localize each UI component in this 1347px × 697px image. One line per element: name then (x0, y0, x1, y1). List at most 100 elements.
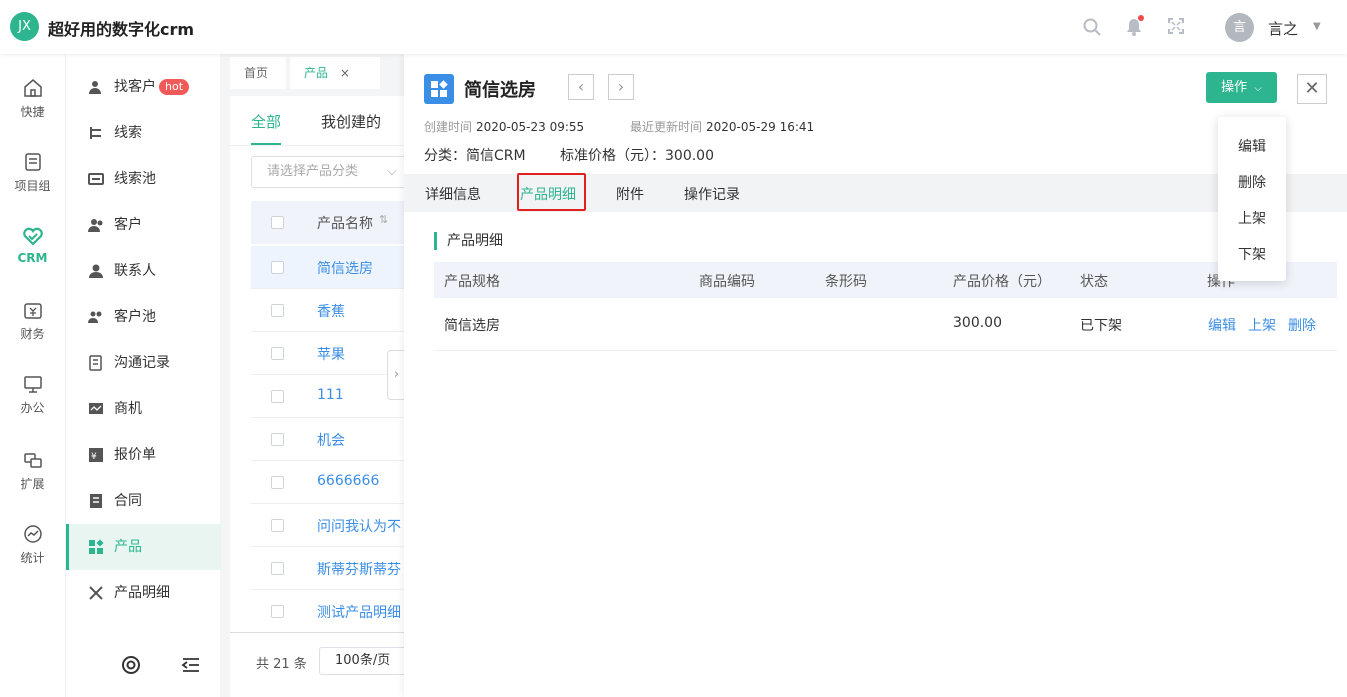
expand-panel-toggle[interactable]: › (387, 350, 405, 400)
product-name[interactable]: 苹果 (317, 344, 345, 364)
created-label: 创建时间 (424, 120, 473, 134)
menu-item-list-on[interactable]: 上架 (1218, 208, 1286, 228)
row-checkbox[interactable] (271, 519, 284, 532)
search-icon[interactable] (1082, 17, 1102, 37)
avatar[interactable]: 言 (1225, 13, 1254, 42)
tab-all[interactable]: 全部 (251, 111, 281, 132)
close-button[interactable]: ✕ (1297, 74, 1327, 104)
nav-label: 统计 (20, 551, 45, 565)
list-on-link[interactable]: 上架 (1248, 315, 1276, 335)
menu-item-edit[interactable]: 编辑 (1218, 136, 1286, 156)
table-row[interactable]: 机会 (251, 418, 405, 461)
user-name[interactable]: 言之 (1268, 18, 1298, 39)
product-name[interactable]: 问问我认为不 (317, 516, 401, 536)
submenu-item-quote[interactable]: ¥ 报价单 (66, 432, 221, 478)
product-name[interactable]: 机会 (317, 430, 345, 450)
page-size-select[interactable]: 100条/页 (319, 647, 405, 675)
row-checkbox[interactable] (271, 562, 284, 575)
table-row[interactable]: 苹果 (251, 332, 405, 375)
column-spec: 产品规格 (444, 274, 500, 290)
product-name[interactable]: 斯蒂芬斯蒂芬 (317, 559, 401, 579)
row-checkbox[interactable] (271, 261, 284, 274)
tab-operation-log[interactable]: 操作记录 (684, 184, 740, 204)
page-tabs: 首页 产品 × (230, 54, 405, 89)
app-logo[interactable]: JX (10, 12, 39, 41)
collapse-menu-icon[interactable] (180, 654, 202, 676)
submenu-item-contract[interactable]: 合同 (66, 478, 221, 524)
top-bar: JX 超好用的数字化crm 言 言之 ▼ (0, 0, 1347, 54)
product-name[interactable]: 111 (317, 387, 344, 403)
table-row[interactable]: 简信选房 (251, 246, 405, 289)
price-label: 标准价格（元）： (560, 148, 665, 164)
product-icon (89, 539, 104, 554)
created-time: 创建时间 2020-05-23 09:55 (424, 118, 584, 135)
column-product-name[interactable]: 产品名称 (317, 213, 373, 233)
submenu-label: 沟通记录 (114, 355, 170, 371)
tab-detail-info[interactable]: 详细信息 (425, 184, 481, 204)
user-search-icon (89, 81, 101, 94)
nav-item-stats[interactable]: 统计 (0, 524, 65, 598)
settings-icon[interactable] (120, 654, 142, 676)
nav-label: 快捷 (20, 105, 45, 119)
submenu-item-customers[interactable]: 客户 (66, 202, 221, 248)
product-name[interactable]: 简信选房 (317, 258, 373, 278)
submenu-item-communication[interactable]: 沟通记录 (66, 340, 221, 386)
submenu-item-customer-pool[interactable]: 客户池 (66, 294, 221, 340)
contact-icon (89, 264, 103, 278)
row-checkbox[interactable] (271, 605, 284, 618)
tab-attachments[interactable]: 附件 (616, 184, 644, 204)
next-record-button[interactable]: › (608, 74, 634, 100)
table-row[interactable]: 111 (251, 375, 405, 418)
category-select[interactable]: 请选择产品分类 ⌵ (251, 156, 405, 188)
close-icon[interactable]: × (340, 66, 350, 80)
submenu-item-leads[interactable]: 线索 (66, 110, 221, 156)
cell-status: 已下架 (1080, 318, 1122, 334)
menu-item-list-off[interactable]: 下架 (1218, 244, 1286, 264)
price-value: 300.00 (665, 148, 714, 164)
row-checkbox[interactable] (271, 476, 284, 489)
fullscreen-icon[interactable] (1166, 17, 1186, 37)
nav-item-office[interactable]: 办公 (0, 374, 65, 448)
menu-item-delete[interactable]: 删除 (1218, 172, 1286, 192)
tab-home[interactable]: 首页 (230, 57, 286, 89)
product-title: 简信选房 (464, 80, 536, 101)
tools-icon (89, 586, 103, 600)
nav-item-project[interactable]: 项目组 (0, 152, 65, 226)
submenu-item-opportunity[interactable]: 商机 (66, 386, 221, 432)
table-row[interactable]: 测试产品明细 (251, 590, 405, 633)
table-row[interactable]: 问问我认为不 (251, 504, 405, 547)
table-row[interactable]: 6666666 (251, 461, 405, 504)
row-checkbox[interactable] (271, 390, 284, 403)
row-checkbox[interactable] (271, 304, 284, 317)
nav-item-crm[interactable]: CRM (0, 226, 65, 300)
nav-item-extend[interactable]: 扩展 (0, 450, 65, 524)
nav-item-finance[interactable]: 财务 (0, 300, 65, 374)
product-name[interactable]: 测试产品明细 (317, 602, 401, 622)
nav-item-quick[interactable]: 快捷 (0, 78, 65, 152)
row-checkbox[interactable] (271, 347, 284, 360)
submenu-item-product-detail[interactable]: 产品明细 (66, 570, 221, 616)
table-row[interactable]: 香蕉 (251, 289, 405, 332)
sort-icon[interactable]: ⇅ (379, 213, 388, 226)
prev-record-button[interactable]: ‹ (568, 74, 594, 100)
row-checkbox[interactable] (271, 433, 284, 446)
nav-label: CRM (17, 251, 48, 265)
product-name[interactable]: 香蕉 (317, 301, 345, 321)
submenu-item-contacts[interactable]: 联系人 (66, 248, 221, 294)
created-value: 2020-05-23 09:55 (476, 120, 585, 134)
submenu-item-lead-pool[interactable]: 线索池 (66, 156, 221, 202)
select-all-checkbox[interactable] (271, 216, 284, 229)
chevron-down-icon[interactable]: ▼ (1313, 21, 1321, 32)
submenu-label: 产品明细 (114, 585, 170, 601)
updated-value: 2020-05-29 16:41 (706, 120, 815, 134)
table-row[interactable]: 斯蒂芬斯蒂芬 (251, 547, 405, 590)
submenu-item-product[interactable]: 产品 (66, 524, 221, 570)
tab-product[interactable]: 产品 × (290, 57, 380, 89)
tab-my-created[interactable]: 我创建的 (321, 111, 381, 132)
delete-link[interactable]: 删除 (1288, 315, 1316, 335)
product-name[interactable]: 6666666 (317, 473, 379, 489)
submenu-item-find-customer[interactable]: 找客户 hot (66, 64, 221, 110)
edit-link[interactable]: 编辑 (1208, 315, 1236, 335)
operation-button[interactable]: 操作 ⌵ (1206, 72, 1277, 103)
list-tabs: 全部 我创建的 (230, 96, 405, 146)
